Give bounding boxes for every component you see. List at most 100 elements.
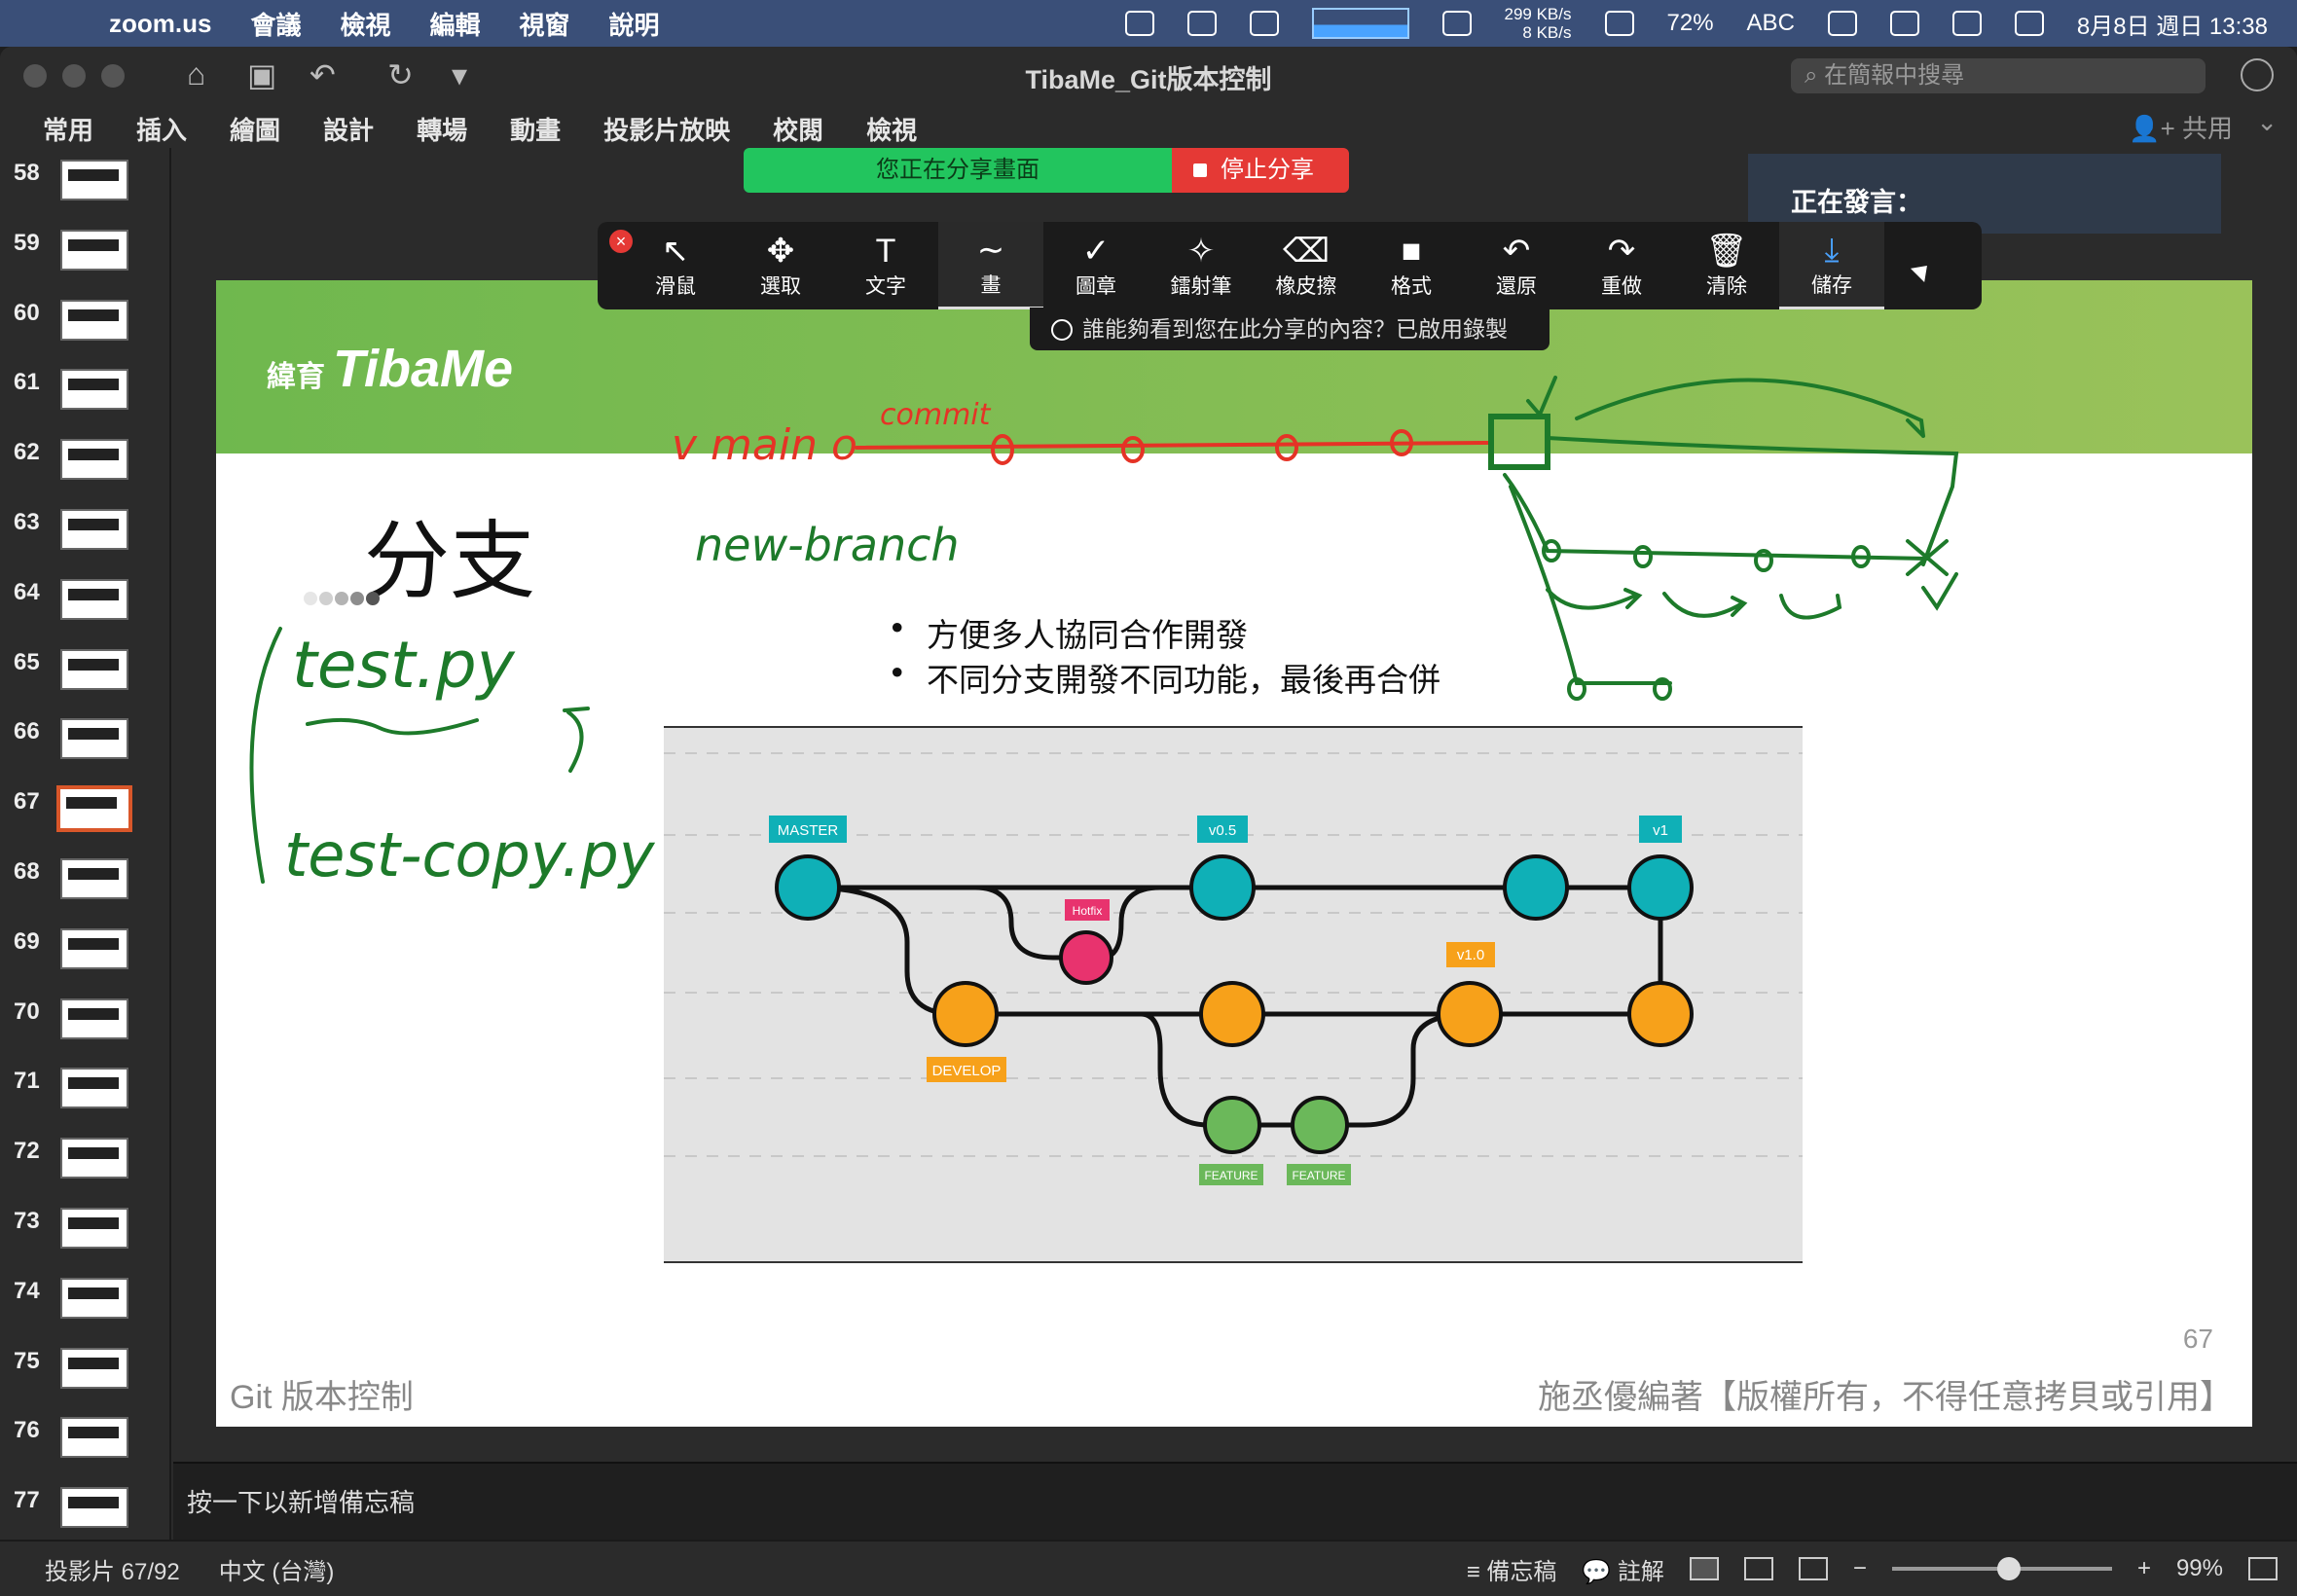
slide-thumbnail-image[interactable] — [60, 1208, 128, 1249]
feedback-smiley-icon[interactable] — [2241, 58, 2274, 91]
tab-design[interactable]: 設計 — [302, 111, 395, 147]
slide-thumbnail-image[interactable] — [60, 439, 128, 481]
control-center-icon[interactable] — [2014, 11, 2044, 36]
zoom-slider-knob[interactable] — [1996, 1557, 2021, 1580]
input-source[interactable]: ABC — [1747, 10, 1795, 37]
sharing-status[interactable]: 您正在分享畫面 — [744, 148, 1172, 193]
normal-view-icon[interactable] — [1689, 1557, 1719, 1580]
zoom-slider[interactable] — [1891, 1557, 2112, 1580]
search-input[interactable]: ⌕ 在簡報中搜尋 — [1791, 58, 2206, 93]
slide-sorter-icon[interactable] — [1743, 1557, 1773, 1580]
slide-thumbnail[interactable]: 71 — [0, 1066, 171, 1112]
menu-meeting[interactable]: 會議 — [250, 6, 301, 42]
slide-thumbnail[interactable]: 58 — [0, 158, 171, 204]
slide-thumbnails-panel[interactable]: 58 59 60 61 62 63 64 65 66 67 68 69 70 71 72 73 74 75 76 77 — [0, 148, 171, 1596]
battery-percent[interactable]: 72% — [1667, 10, 1714, 37]
share-button[interactable]: 👤+ 共用 — [2129, 109, 2233, 145]
annotation-tool-stamp[interactable]: ✓ 圖章 — [1043, 222, 1148, 309]
menu-window[interactable]: 視窗 — [520, 6, 570, 42]
slide-thumbnail-image[interactable] — [60, 1347, 128, 1389]
cloud-upload-icon[interactable] — [1604, 11, 1634, 36]
language-indicator[interactable]: 中文 (台灣) — [219, 1552, 335, 1586]
slide-thumbnail[interactable]: 64 — [0, 577, 171, 624]
slide-thumbnail-image[interactable] — [60, 229, 128, 271]
slide-thumbnail-image[interactable] — [60, 858, 128, 899]
annotation-tool-text[interactable]: T 文字 — [833, 222, 938, 309]
annotation-tool-eraser[interactable]: ⌫ 橡皮擦 — [1254, 222, 1359, 309]
slide-thumbnail[interactable]: 60 — [0, 298, 171, 345]
slide-thumbnail-image[interactable] — [60, 160, 128, 200]
slide-thumbnail-image[interactable] — [60, 299, 128, 341]
slide-thumbnail-image[interactable] — [60, 718, 128, 760]
moon-icon[interactable] — [1827, 11, 1857, 36]
cpu-graph[interactable] — [1311, 8, 1409, 39]
slide-thumbnail[interactable]: 63 — [0, 507, 171, 554]
slide-thumbnail-image[interactable] — [56, 785, 132, 833]
slide-thumbnail[interactable]: 75 — [0, 1346, 171, 1393]
slide-thumbnail[interactable]: 74 — [0, 1276, 171, 1323]
close-annotation-icon[interactable]: × — [609, 230, 633, 253]
slide-thumbnail[interactable]: 69 — [0, 926, 171, 973]
slide-thumbnail[interactable]: 76 — [0, 1415, 171, 1462]
annotation-tool-laser[interactable]: ✧ 鐳射筆 — [1148, 222, 1254, 309]
memory-icon[interactable] — [1441, 11, 1472, 36]
menu-app-name[interactable]: zoom.us — [109, 9, 211, 39]
slide-thumbnail[interactable]: 66 — [0, 716, 171, 763]
slide-thumbnail[interactable]: 72 — [0, 1136, 171, 1182]
tab-home[interactable]: 常用 — [0, 111, 115, 147]
stop-share-button[interactable]: 停止分享 — [1172, 148, 1349, 193]
slide-thumbnail-image[interactable] — [60, 509, 128, 550]
comments-button[interactable]: 💬 註解 — [1582, 1552, 1664, 1586]
menu-help[interactable]: 說明 — [609, 6, 660, 42]
annotation-tool-draw[interactable]: ∼ 畫 — [938, 222, 1043, 309]
fit-to-window-icon[interactable] — [2248, 1557, 2278, 1580]
slide-thumbnail-image[interactable] — [60, 1138, 128, 1179]
screen-mirror-icon[interactable] — [1889, 11, 1919, 36]
slide-canvas[interactable]: 緯育TibaMe 分支 方便多人協同合作開發 不同分支開發不同功能，最後再合併 — [216, 280, 2252, 1427]
speaker-notes-field[interactable]: 按一下以新增備忘稿 — [173, 1462, 2297, 1540]
presenter-view-icon[interactable] — [1798, 1557, 1828, 1580]
slide-thumbnail[interactable]: 68 — [0, 856, 171, 903]
annotation-tool-undo[interactable]: ↶ 還原 — [1464, 222, 1569, 309]
slide-thumbnail[interactable]: 59 — [0, 228, 171, 274]
slide-thumbnail-image[interactable] — [60, 1277, 128, 1319]
slide-thumbnail-image[interactable] — [60, 369, 128, 411]
menu-view[interactable]: 檢視 — [340, 6, 390, 42]
annotation-tool-redo[interactable]: ↷ 重做 — [1569, 222, 1674, 309]
zoom-out-button[interactable]: − — [1853, 1555, 1867, 1582]
slide-thumbnail[interactable]: 73 — [0, 1206, 171, 1252]
menu-edit[interactable]: 編輯 — [429, 6, 480, 42]
tab-draw[interactable]: 繪圖 — [208, 111, 302, 147]
recording-notice[interactable]: 誰能夠看到您在此分享的內容？已啟用錄製 — [1030, 308, 1550, 350]
layout-icon[interactable] — [1249, 11, 1279, 36]
chevron-down-icon[interactable]: ⌄ — [2256, 107, 2278, 137]
slide-thumbnail-image[interactable] — [60, 1417, 128, 1459]
docker-icon[interactable] — [1124, 11, 1154, 36]
tab-view[interactable]: 檢視 — [845, 111, 938, 147]
annotation-tool-move[interactable]: ✥ 選取 — [728, 222, 833, 309]
datetime[interactable]: 8月8日 週日 13:38 — [2077, 7, 2268, 41]
slide-thumbnail[interactable]: 70 — [0, 997, 171, 1043]
tab-review[interactable]: 校閱 — [751, 111, 845, 147]
zoom-level[interactable]: 99% — [2176, 1555, 2223, 1582]
tab-transitions[interactable]: 轉場 — [395, 111, 489, 147]
slide-thumbnail-image[interactable] — [60, 578, 128, 620]
slide-thumbnail[interactable]: 61 — [0, 367, 171, 414]
annotation-tool-format[interactable]: ■ 格式 — [1359, 222, 1464, 309]
tab-animations[interactable]: 動畫 — [489, 111, 582, 147]
slide-thumbnail[interactable]: 62 — [0, 437, 171, 484]
slide-thumbnail[interactable]: 65 — [0, 647, 171, 694]
airplay-icon[interactable] — [1186, 11, 1217, 36]
slide-thumbnail[interactable]: 77 — [0, 1485, 171, 1532]
slide-thumbnail-image[interactable] — [60, 927, 128, 969]
slide-thumbnail-image[interactable] — [60, 1487, 128, 1529]
slide-thumbnail-image[interactable] — [60, 648, 128, 690]
slide-thumbnail[interactable]: 67 — [0, 785, 171, 833]
network-speed[interactable]: 299 KB/s 8 KB/s — [1505, 5, 1572, 42]
zoom-in-button[interactable]: + — [2137, 1555, 2151, 1582]
slide-thumbnail-image[interactable] — [60, 1068, 128, 1109]
annotation-tool-mouse-pointer[interactable]: ↖ 滑鼠 — [623, 222, 728, 309]
slide-thumbnail-image[interactable] — [60, 998, 128, 1039]
display-icon[interactable] — [1951, 11, 1982, 36]
tab-insert[interactable]: 插入 — [115, 111, 208, 147]
